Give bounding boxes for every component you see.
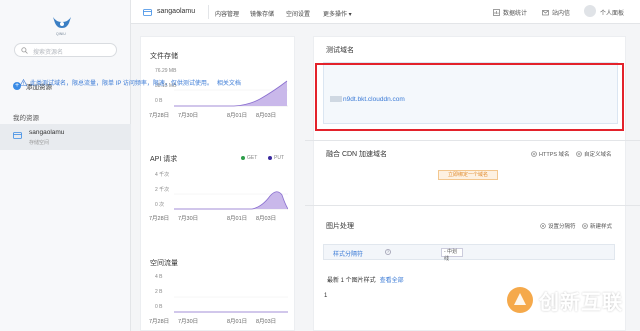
custom-domain-label: 自定义域名 [584,152,612,158]
search-placeholder: 搜索资源名 [33,50,64,56]
test-domain-notice: 此类测试域名，限总流量，限单 IP 访问频率，限速，仅供测试使用。 相关文档 [20,78,241,87]
style-separator-select[interactable]: - 中划线 [441,248,463,262]
gear-icon [540,223,546,229]
separator-settings-label: 设置分隔符 [548,224,576,230]
notice-text: 此类测试域名，限总流量，限单 IP 访问频率，限速，仅供测试使用。 [30,81,213,87]
y-tick: 76.29 MB [155,68,177,74]
docs-link[interactable]: 相关文档 [217,78,241,87]
x-tick: 7月30日 [178,216,199,222]
x-tick: 7月28日 [149,319,170,325]
highlight-frame [315,63,624,131]
svg-text:QINIU: QINIU [56,32,66,36]
x-tick: 7月28日 [149,113,170,119]
divider [208,5,209,19]
plus-circle-icon [582,223,588,229]
style-separator-row: 样式分隔符 ? - 中划线 [323,244,615,262]
test-domain-title: 测试域名 [326,47,354,54]
cdn-title: 融合 CDN 加速域名 [326,151,388,158]
plus-circle-icon [576,151,582,157]
x-tick: 8月03日 [256,113,277,119]
traffic-title: 空间流量 [150,260,178,267]
x-tick: 8月01日 [227,113,248,119]
divider [305,205,640,206]
mail-icon [542,10,549,16]
x-tick: 8月01日 [227,216,248,222]
api-title: API 请求 [150,156,178,163]
legend-dot [241,156,245,160]
legend-label: PUT [274,155,284,161]
style-separator-label: 样式分隔符 [333,252,364,258]
bucket-icon [13,132,22,139]
data-stats-label: 数据统计 [503,11,528,17]
more-actions-menu[interactable]: 更多操作 ▾ [323,9,352,18]
storage-title: 文件存储 [150,53,178,60]
sidebar: QINIU 搜索资源名 + 添加资源 我的资源 sangaolamu 存储空间 [0,0,131,331]
plus-circle-icon [531,151,537,157]
y-tick: 2 B [155,289,163,295]
legend-dot [268,156,272,160]
tab-content-management[interactable]: 内容管理 [215,9,239,18]
y-tick: 4 千次 [155,172,170,178]
x-tick: 8月01日 [227,319,248,325]
inbox-link[interactable]: 站内信 [542,8,570,17]
bucket-name: sangaolamu [29,129,65,136]
topbar: sangaolamu 内容管理 镜像存储 空间设置 更多操作 ▾ 数据统计 站内… [131,0,640,24]
search-input[interactable]: 搜索资源名 [14,43,117,57]
bucket-type: 存储空间 [29,140,50,146]
tab-space-settings[interactable]: 空间设置 [286,9,310,18]
y-tick: 0 B [155,304,163,310]
x-tick: 8月03日 [256,319,277,325]
x-tick: 7月30日 [178,319,199,325]
custom-domain-link[interactable]: 自定义域名 [576,150,612,158]
my-resources-heading: 我的资源 [13,115,39,122]
legend-put: PUT [268,155,284,161]
tab-mirror-storage[interactable]: 镜像存储 [250,9,274,18]
y-tick: 0 次 [155,202,165,208]
separator-settings-link[interactable]: 设置分隔符 [540,222,576,230]
chart-icon [493,9,500,16]
style-count: 1 [324,293,328,299]
traffic-chart [174,296,288,313]
divider [305,140,640,141]
view-all-link[interactable]: 查看全部 [380,278,404,284]
recent-styles-text: 最新 1 个图片样式 [327,278,376,284]
inbox-label: 站内信 [552,11,571,17]
x-tick: 7月28日 [149,216,170,222]
data-stats-link[interactable]: 数据统计 [493,8,527,17]
warning-icon [20,79,27,86]
user-panel-link[interactable]: 个人面板 [600,8,624,17]
help-icon[interactable]: ? [385,249,391,255]
api-area [174,191,288,209]
api-chart [174,191,288,210]
https-domain-link[interactable]: HTTPS 域名 [531,150,570,158]
more-actions-label: 更多操作 [323,12,348,18]
bucket-icon [143,9,152,16]
current-bucket-name[interactable]: sangaolamu [157,8,195,15]
image-processing-title: 图片处理 [326,223,354,230]
watermark: 创新互联 [505,285,623,315]
y-tick: 0 B [155,98,163,104]
new-style-label: 新建样式 [590,224,613,230]
watermark-text: 创新互联 [539,289,623,314]
x-tick: 8月03日 [256,216,277,222]
y-tick: 4 B [155,274,163,280]
bind-domain-button[interactable]: 立即绑定一个域名 [438,170,498,180]
qiniu-logo-icon[interactable]: QINIU [50,12,74,36]
https-domain-label: HTTPS 域名 [539,152,570,158]
search-icon [21,47,28,54]
watermark-logo-icon [507,287,533,313]
y-tick: 2 千次 [155,187,170,193]
new-style-link[interactable]: 新建样式 [582,222,612,230]
sidebar-item-bucket[interactable]: sangaolamu 存储空间 [0,124,131,150]
legend-label: GET [247,155,258,161]
avatar[interactable] [584,5,596,17]
legend-get: GET [241,155,257,161]
recent-styles-summary: 最新 1 个图片样式 查看全部 [327,275,404,284]
x-tick: 7月30日 [178,113,199,119]
